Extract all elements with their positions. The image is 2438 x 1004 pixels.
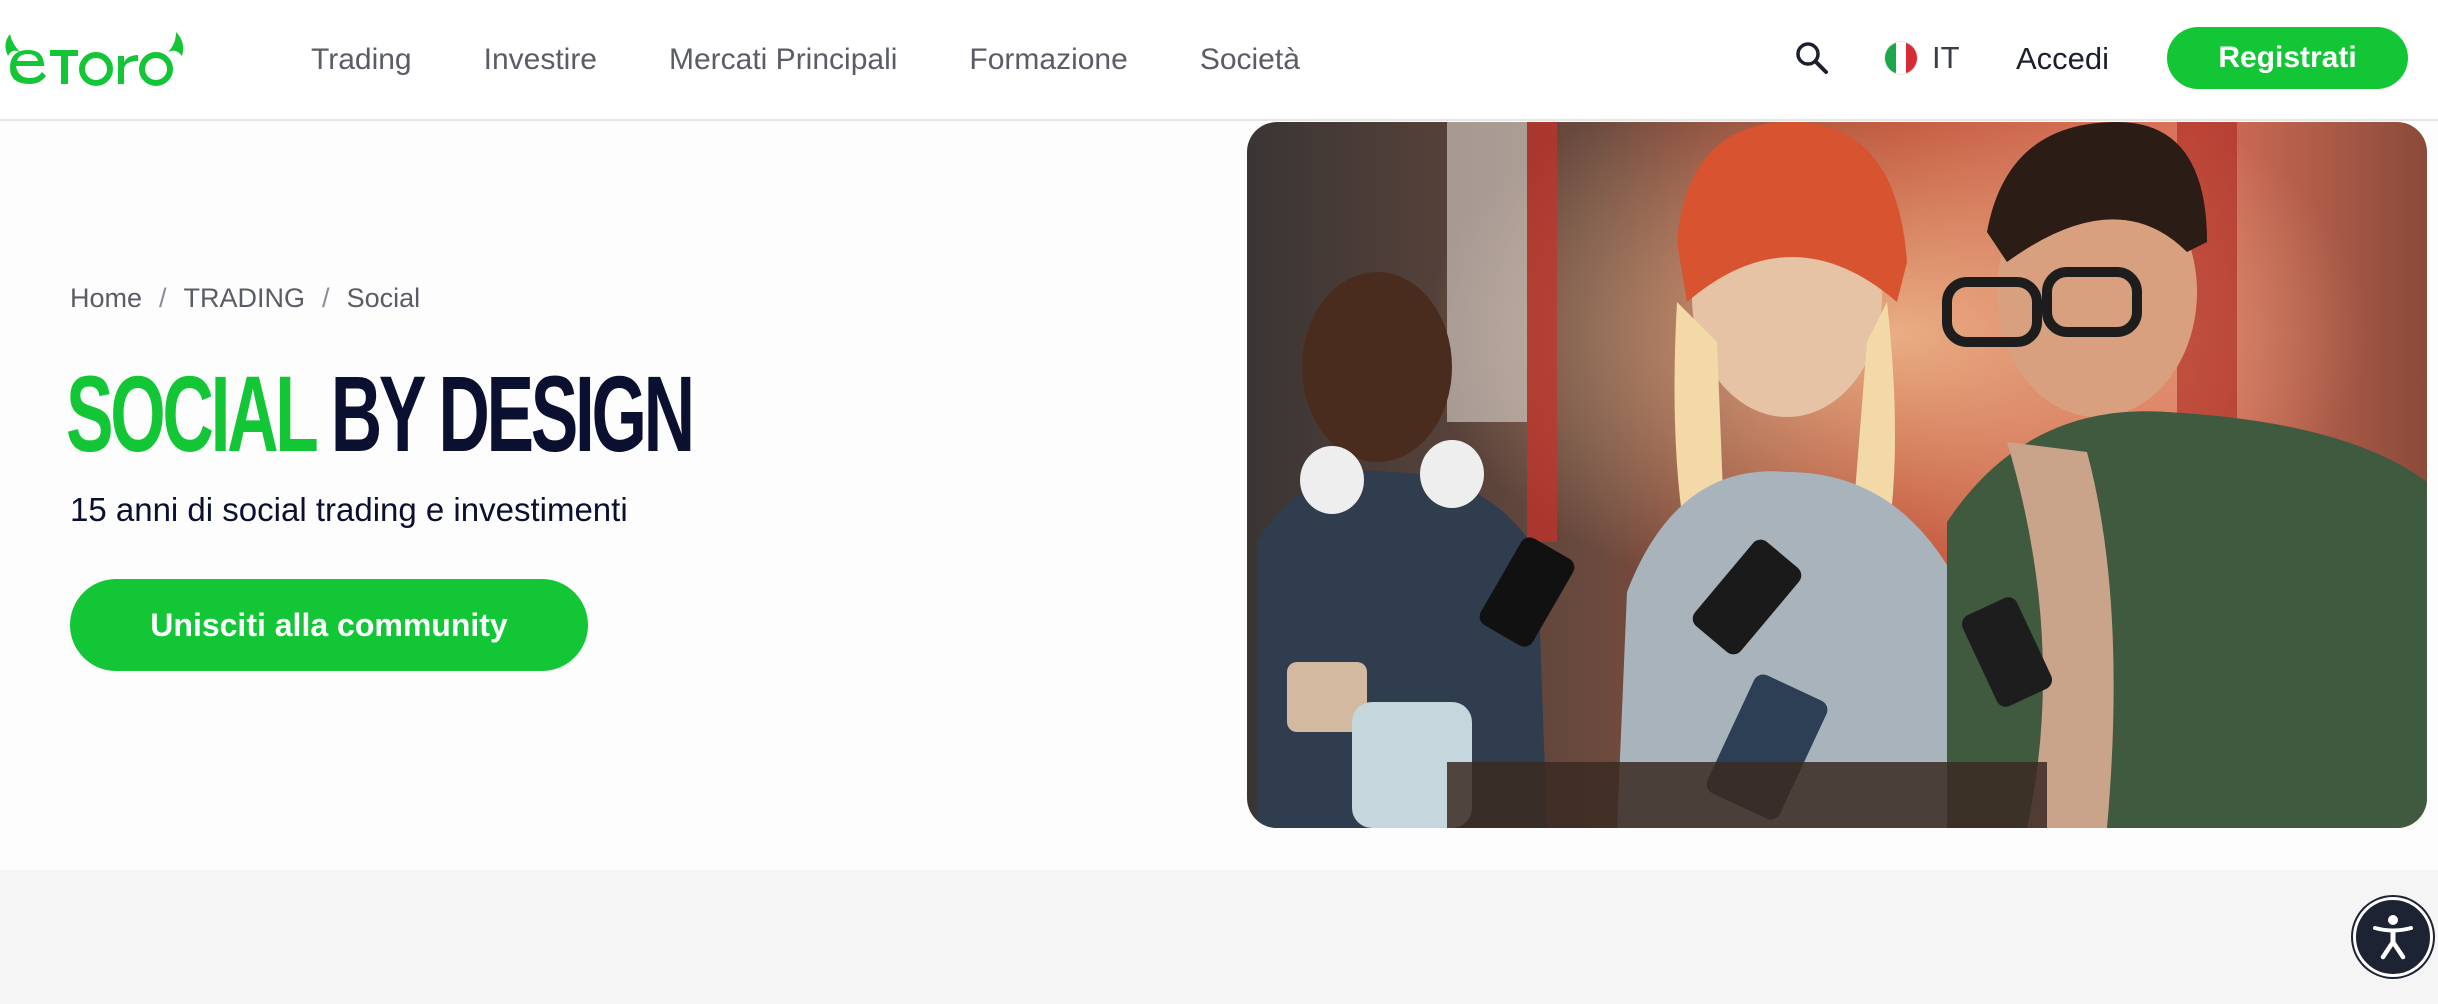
nav-item-trading[interactable]: Trading	[311, 43, 412, 77]
nav-item-mercati-principali[interactable]: Mercati Principali	[669, 43, 897, 77]
search-icon[interactable]	[1794, 40, 1830, 76]
main-nav: Trading Investire Mercati Principali For…	[311, 0, 1372, 119]
login-link[interactable]: Accedi	[2016, 36, 2109, 82]
italy-flag-icon	[1884, 41, 1918, 75]
etoro-logo[interactable]	[0, 22, 190, 88]
join-community-button[interactable]: Unisciti alla community	[70, 579, 588, 671]
accessibility-icon	[2373, 915, 2413, 960]
site-header: Trading Investire Mercati Principali For…	[0, 0, 2438, 121]
language-code: IT	[1932, 40, 1960, 75]
hero-subtitle: 15 anni di social trading e investimenti	[70, 491, 628, 528]
breadcrumb: Home / TRADING / Social	[70, 283, 420, 314]
breadcrumb-separator: /	[159, 283, 167, 313]
accessibility-button[interactable]	[2353, 897, 2433, 977]
hero-photo	[1247, 122, 2427, 828]
nav-item-societa[interactable]: Società	[1200, 43, 1300, 77]
title-highlight: SOCIAL	[66, 353, 318, 474]
nav-item-investire[interactable]: Investire	[484, 43, 597, 77]
title-rest: BY DESIGN	[330, 353, 695, 474]
breadcrumb-current: Social	[346, 283, 421, 313]
register-button[interactable]: Registrati	[2167, 27, 2408, 89]
breadcrumb-home[interactable]: Home	[70, 283, 142, 314]
language-selector[interactable]: IT	[1884, 36, 1960, 80]
lower-section	[0, 870, 2438, 1004]
breadcrumb-trading[interactable]: TRADING	[184, 283, 306, 314]
nav-item-formazione[interactable]: Formazione	[969, 43, 1127, 77]
page-title: SOCIAL BY DESIGN	[66, 358, 695, 470]
breadcrumb-separator: /	[322, 283, 330, 313]
